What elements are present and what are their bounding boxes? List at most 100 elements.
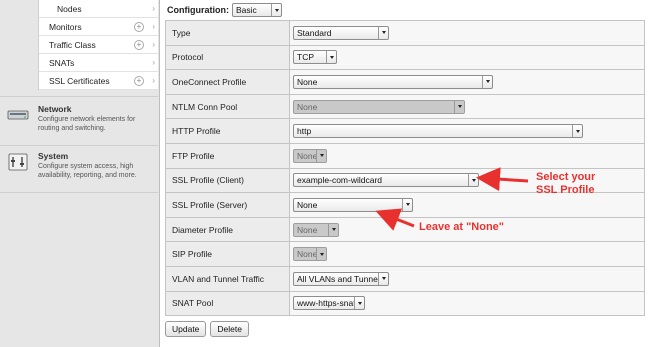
- network-description: Configure network elements for routing a…: [38, 116, 136, 132]
- chevron-right-icon: ›: [152, 22, 155, 31]
- sidebar: Nodes › Monitors + › Traffic Class + › SNATs › SSL…: [0, 0, 160, 347]
- chevron-right-icon: ›: [152, 4, 155, 13]
- settings-select-value: None: [297, 249, 316, 260]
- settings-row: SIP Profile None: [165, 241, 645, 267]
- settings-label: VLAN and Tunnel Traffic: [165, 265, 290, 292]
- chevron-down-icon: [378, 272, 388, 285]
- sidebar-divider: [0, 145, 158, 146]
- settings-table: Type Standard Protocol TCP OneConnect Profil…: [165, 20, 645, 317]
- settings-label: Type: [165, 20, 290, 46]
- submenu-item-label: Traffic Class: [49, 40, 96, 50]
- chevron-right-icon: ›: [152, 58, 155, 67]
- settings-select-value: All VLANs and Tunnels: [297, 273, 378, 284]
- settings-select: None: [293, 99, 465, 114]
- settings-row: VLAN and Tunnel Traffic All VLANs and Tun…: [165, 265, 645, 292]
- system-icon: [8, 153, 28, 171]
- sidebar-section-network[interactable]: Network Configure network elements for r…: [0, 104, 158, 133]
- settings-select: None: [293, 148, 327, 163]
- settings-value-cell: All VLANs and Tunnels: [289, 265, 645, 292]
- settings-row: Type Standard: [165, 20, 645, 46]
- submenu-item[interactable]: Nodes ›: [39, 0, 158, 18]
- settings-select[interactable]: None: [293, 197, 413, 212]
- settings-value-cell: TCP: [289, 44, 645, 71]
- settings-select[interactable]: http: [293, 124, 583, 139]
- chevron-down-icon: [378, 26, 388, 39]
- submenu-item[interactable]: Monitors + ›: [39, 18, 158, 36]
- settings-value-cell: www-https-snat: [289, 290, 645, 317]
- settings-select[interactable]: example-com-wildcard: [293, 173, 479, 188]
- settings-select-value: example-com-wildcard: [297, 175, 383, 186]
- settings-value-cell: None: [289, 142, 645, 169]
- settings-select[interactable]: www-https-snat: [293, 296, 365, 311]
- settings-row: Protocol TCP: [165, 44, 645, 71]
- settings-row: SNAT Pool www-https-snat: [165, 290, 645, 317]
- settings-row: OneConnect Profile None: [165, 69, 645, 95]
- submenu-item-label: SSL Certificates: [49, 76, 110, 86]
- settings-row: FTP Profile None: [165, 142, 645, 169]
- sidebar-divider: [0, 192, 158, 193]
- configuration-label: Configuration:: [167, 5, 229, 15]
- configuration-value: Basic: [236, 5, 257, 15]
- settings-select-value: www-https-snat: [297, 298, 354, 309]
- chevron-down-icon: [402, 198, 412, 211]
- settings-select-value: http: [297, 126, 312, 137]
- add-icon[interactable]: +: [134, 76, 144, 86]
- add-icon[interactable]: +: [134, 22, 144, 32]
- settings-select-value: None: [297, 101, 318, 112]
- settings-label: Protocol: [165, 44, 290, 71]
- chevron-down-icon: [316, 149, 326, 162]
- settings-select: None: [293, 222, 339, 237]
- submenu-item[interactable]: Traffic Class + ›: [39, 36, 158, 54]
- settings-row: HTTP Profile http: [165, 118, 645, 144]
- settings-value-cell: http: [289, 118, 645, 144]
- settings-select-value: None: [297, 76, 318, 87]
- action-buttons: Update Delete: [165, 321, 249, 337]
- submenu-item-label: Nodes: [57, 4, 82, 14]
- settings-select[interactable]: All VLANs and Tunnels: [293, 271, 389, 286]
- submenu: Nodes › Monitors + › Traffic Class + › SNATs › SSL…: [38, 0, 158, 90]
- update-button[interactable]: Update: [165, 321, 207, 337]
- settings-value-cell: Standard: [289, 20, 645, 46]
- submenu-item-label: SNATs: [49, 58, 75, 68]
- system-title: System: [38, 151, 69, 161]
- add-icon[interactable]: +: [134, 40, 144, 50]
- settings-row: NTLM Conn Pool None: [165, 93, 645, 120]
- settings-label: SNAT Pool: [165, 290, 290, 317]
- settings-select[interactable]: TCP: [293, 50, 337, 65]
- chevron-down-icon: [482, 75, 492, 88]
- settings-label: NTLM Conn Pool: [165, 93, 290, 120]
- submenu-item[interactable]: SSL Certificates + ›: [39, 72, 158, 90]
- submenu-item[interactable]: SNATs ›: [39, 54, 158, 72]
- settings-select-value: None: [297, 150, 316, 161]
- chevron-down-icon: [572, 125, 582, 138]
- settings-value-cell: None: [289, 93, 645, 120]
- settings-label: SSL Profile (Client): [165, 167, 290, 194]
- settings-select[interactable]: None: [293, 74, 493, 89]
- settings-row: SSL Profile (Client) example-com-wildcard: [165, 167, 645, 194]
- settings-value-cell: example-com-wildcard: [289, 167, 645, 194]
- chevron-down-icon: [468, 174, 478, 187]
- settings-label: SIP Profile: [165, 241, 290, 267]
- settings-value-cell: None: [289, 241, 645, 267]
- chevron-down-icon: [271, 4, 281, 16]
- submenu-item-label: Monitors: [49, 22, 82, 32]
- settings-row: Diameter Profile None: [165, 216, 645, 243]
- settings-select-value: TCP: [297, 52, 314, 63]
- settings-label: SSL Profile (Server): [165, 192, 290, 218]
- sidebar-section-system[interactable]: System Configure system access, high ava…: [0, 151, 158, 180]
- settings-select-value: None: [297, 224, 318, 235]
- chevron-right-icon: ›: [152, 40, 155, 49]
- settings-select-value: Standard: [297, 27, 332, 38]
- network-icon: [7, 110, 29, 120]
- settings-value-cell: None: [289, 216, 645, 243]
- configuration-select[interactable]: Basic: [232, 3, 282, 17]
- network-title: Network: [38, 104, 72, 114]
- main-panel: Configuration: Basic Type Standard Protoco…: [161, 0, 650, 347]
- settings-label: FTP Profile: [165, 142, 290, 169]
- chevron-down-icon: [328, 223, 338, 236]
- settings-select[interactable]: Standard: [293, 25, 389, 40]
- settings-select-value: None: [297, 199, 318, 210]
- settings-select: None: [293, 247, 327, 262]
- settings-label: HTTP Profile: [165, 118, 290, 144]
- delete-button[interactable]: Delete: [210, 321, 249, 337]
